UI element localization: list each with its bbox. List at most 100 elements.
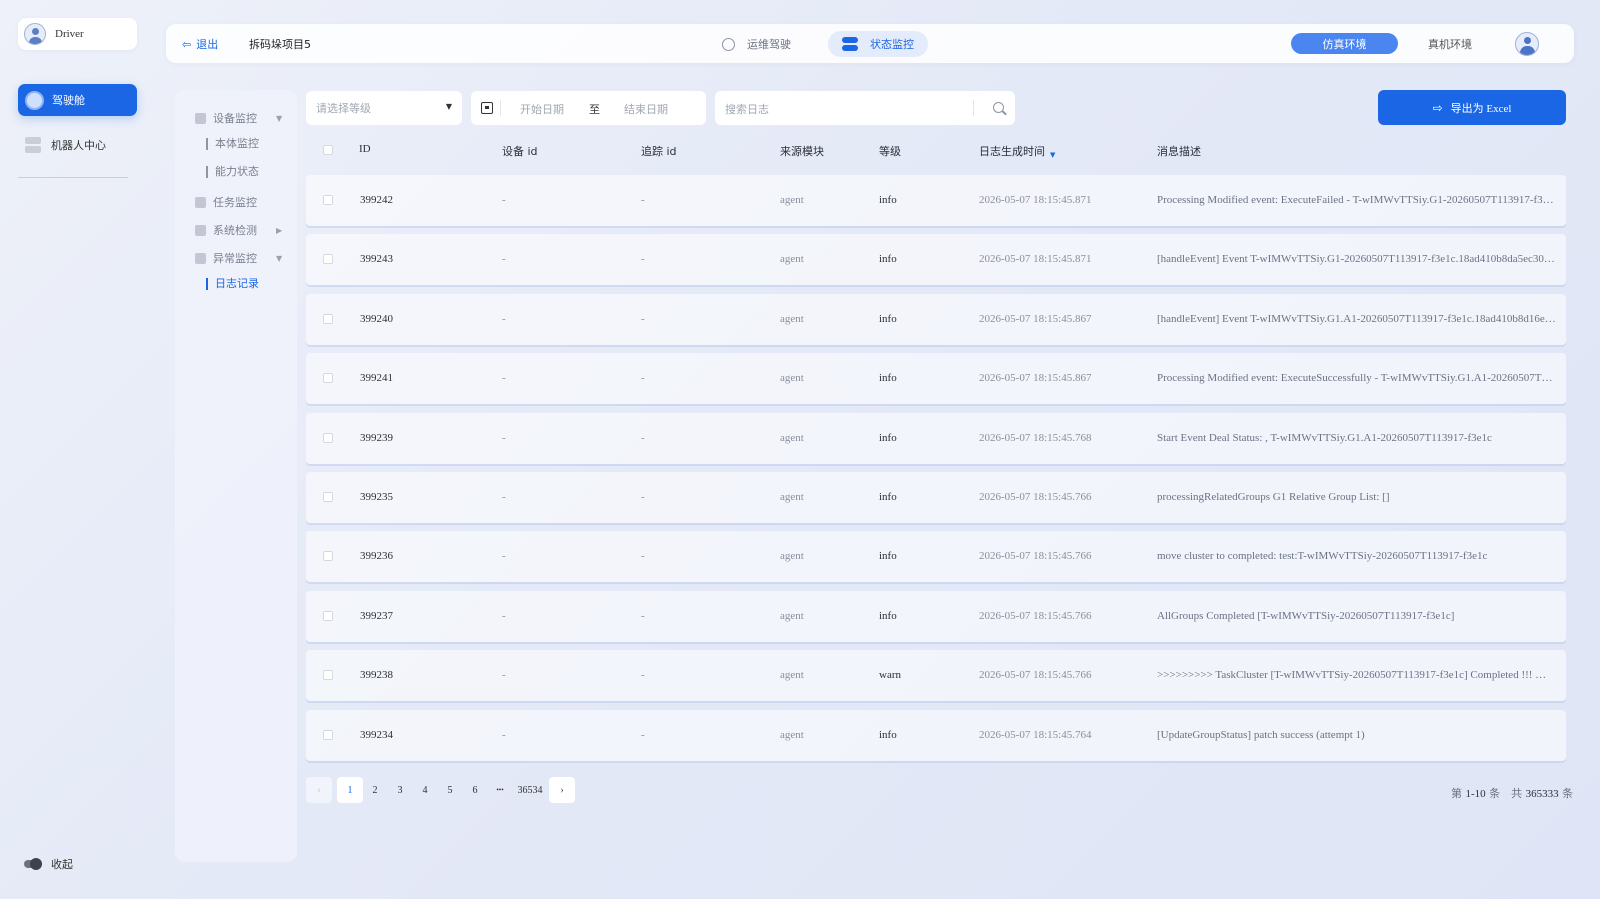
cell-device-id: - [502, 550, 506, 563]
cell-module: agent [780, 312, 804, 325]
page-3[interactable]: 3 [387, 777, 413, 803]
cell-device-id: - [502, 431, 506, 444]
cell-trace-id: - [641, 253, 645, 266]
chevron-down-icon: ▼ [276, 253, 283, 263]
menu-log-record[interactable]: 日志记录 [206, 278, 259, 290]
end-date-input[interactable]: 结束日期 [624, 101, 668, 117]
log-search-input[interactable]: 搜索日志 [715, 91, 1015, 125]
server-icon [24, 136, 42, 154]
sub-menu: 设备监控 ▼ 本体监控 能力状态 任务监控 系统检测 ▶ 异常监控 ▼ 日志记录 [175, 90, 297, 862]
account-avatar-icon[interactable] [1515, 32, 1539, 56]
sort-desc-icon[interactable]: ▼ [1050, 151, 1055, 159]
divider [500, 100, 501, 116]
table-row[interactable]: 399243 - - agent info 2026-05-07 18:15:45.871… [306, 234, 1566, 286]
date-range-picker[interactable]: 开始日期 至 结束日期 [471, 91, 706, 125]
header-message: 消息描述 [1157, 145, 1201, 158]
cell-message: >>>>>>>>> TaskCluster [T-wIMWvTTSiy-2026… [1157, 669, 1547, 682]
cell-message: [handleEvent] Event T-wIMWvTTSiy.G1.A1-2… [1157, 312, 1556, 325]
cell-time: 2026-05-07 18:15:45.867 [979, 312, 1092, 325]
toggle-switch-icon [842, 37, 858, 51]
start-date-input[interactable]: 开始日期 [520, 101, 564, 117]
divider [973, 100, 974, 116]
cell-module: agent [780, 550, 804, 563]
page-4[interactable]: 4 [412, 777, 438, 803]
cell-module: agent [780, 669, 804, 682]
export-excel-button[interactable]: ⇨ 导出为 Excel [1378, 90, 1566, 125]
table-row[interactable]: 399241 - - agent info 2026-05-07 18:15:45.867… [306, 353, 1566, 405]
menu-task-monitor[interactable]: 任务监控 [195, 194, 257, 210]
cell-time: 2026-05-07 18:15:45.766 [979, 550, 1092, 563]
page-5[interactable]: 5 [437, 777, 463, 803]
row-checkbox[interactable] [323, 254, 333, 265]
menu-system-check[interactable]: 系统检测 ▶ [195, 222, 282, 238]
cell-level: info [879, 253, 897, 266]
page-last[interactable]: 36534 [512, 777, 548, 803]
menu-device-monitor-label: 设备监控 [213, 112, 257, 125]
table-row[interactable]: 399238 - - agent warn 2026-05-07 18:15:45.766… [306, 650, 1566, 702]
menu-device-monitor[interactable]: 设备监控 ▼ [195, 110, 282, 126]
tab-ops-driving[interactable]: 运维驾驶 [708, 31, 805, 57]
next-page-button[interactable]: › [549, 777, 575, 803]
page-ellipsis[interactable]: ••• [487, 777, 513, 803]
select-all-checkbox[interactable] [323, 145, 333, 155]
table-row[interactable]: 399239 - - agent info 2026-05-07 18:15:45.768… [306, 412, 1566, 464]
cell-module: agent [780, 253, 804, 266]
cell-module: agent [780, 609, 804, 622]
table-row[interactable]: 399235 - - agent info 2026-05-07 18:15:45.766… [306, 472, 1566, 523]
export-icon: ⇨ [1432, 100, 1443, 115]
table-row[interactable]: 399240 - - agent info 2026-05-07 18:15:45.867… [306, 293, 1566, 345]
tab-status-monitor[interactable]: 状态监控 [828, 31, 928, 57]
chevron-right-icon: ▶ [276, 225, 283, 235]
env-real-button[interactable]: 真机环境 [1428, 36, 1472, 52]
menu-capability-status[interactable]: 能力状态 [206, 166, 259, 178]
row-checkbox[interactable] [323, 729, 333, 740]
cell-device-id: - [502, 609, 506, 622]
env-sim-button[interactable]: 仿真环境 [1291, 33, 1398, 54]
cell-time: 2026-05-07 18:15:45.766 [979, 669, 1092, 682]
cell-time: 2026-05-07 18:15:45.766 [979, 491, 1092, 503]
table-row[interactable]: 399236 - - agent info 2026-05-07 18:15:45.766… [306, 531, 1566, 583]
header-time[interactable]: 日志生成时间 ▼ [979, 143, 1055, 159]
export-excel-label: 导出为 Excel [1450, 102, 1512, 115]
tab-status-monitor-label: 状态监控 [870, 38, 914, 51]
logout-button[interactable]: ⇦ 退出 [182, 36, 218, 52]
date-range-separator: 至 [589, 103, 600, 116]
cell-module: agent [780, 431, 804, 444]
row-checkbox[interactable] [323, 313, 333, 324]
row-checkbox[interactable] [323, 373, 333, 384]
row-checkbox[interactable] [323, 551, 333, 562]
level-select-placeholder: 请选择等级 [316, 102, 371, 115]
cell-message: [handleEvent] Event T-wIMWvTTSiy.G1-2026… [1157, 253, 1555, 266]
row-checkbox[interactable] [323, 670, 333, 681]
pie-chart-icon [195, 112, 206, 124]
search-icon[interactable] [993, 102, 1004, 113]
table-row[interactable]: 399237 - - agent info 2026-05-07 18:15:45.766… [306, 590, 1566, 642]
table-row[interactable]: 399242 - - agent info 2026-05-07 18:15:45.871… [306, 175, 1566, 226]
row-checkbox[interactable] [323, 432, 333, 443]
collapse-button[interactable]: 收起 [24, 856, 73, 872]
cell-trace-id: - [641, 669, 645, 682]
page-1[interactable]: 1 [337, 777, 363, 803]
header-module: 来源模块 [780, 145, 824, 158]
cell-device-id: - [502, 194, 506, 206]
rail-divider [18, 177, 128, 178]
row-checkbox[interactable] [323, 610, 333, 621]
prev-page-button[interactable]: ‹ [306, 777, 332, 803]
nav-item-robot-center[interactable]: 机器人中心 [24, 136, 106, 154]
row-checkbox[interactable] [323, 492, 333, 502]
row-checkbox[interactable] [323, 195, 333, 205]
page-2[interactable]: 2 [362, 777, 388, 803]
cell-time: 2026-05-07 18:15:45.867 [979, 372, 1092, 385]
page-6[interactable]: 6 [462, 777, 488, 803]
cell-message: Processing Modified event: ExecuteFailed… [1157, 194, 1554, 206]
user-card[interactable]: Driver [18, 18, 137, 50]
level-select[interactable]: 请选择等级 ▼ [306, 91, 462, 125]
user-avatar-icon [24, 23, 46, 45]
cell-module: agent [780, 194, 804, 206]
menu-body-monitor[interactable]: 本体监控 [206, 138, 259, 150]
nav-item-cockpit[interactable]: 驾驶舱 [18, 84, 137, 116]
menu-anomaly-monitor[interactable]: 异常监控 ▼ [195, 250, 282, 266]
table-row[interactable]: 399234 - - agent info 2026-05-07 18:15:45.764… [306, 709, 1566, 761]
cell-device-id: - [502, 312, 506, 325]
cell-id: 399237 [360, 609, 393, 622]
